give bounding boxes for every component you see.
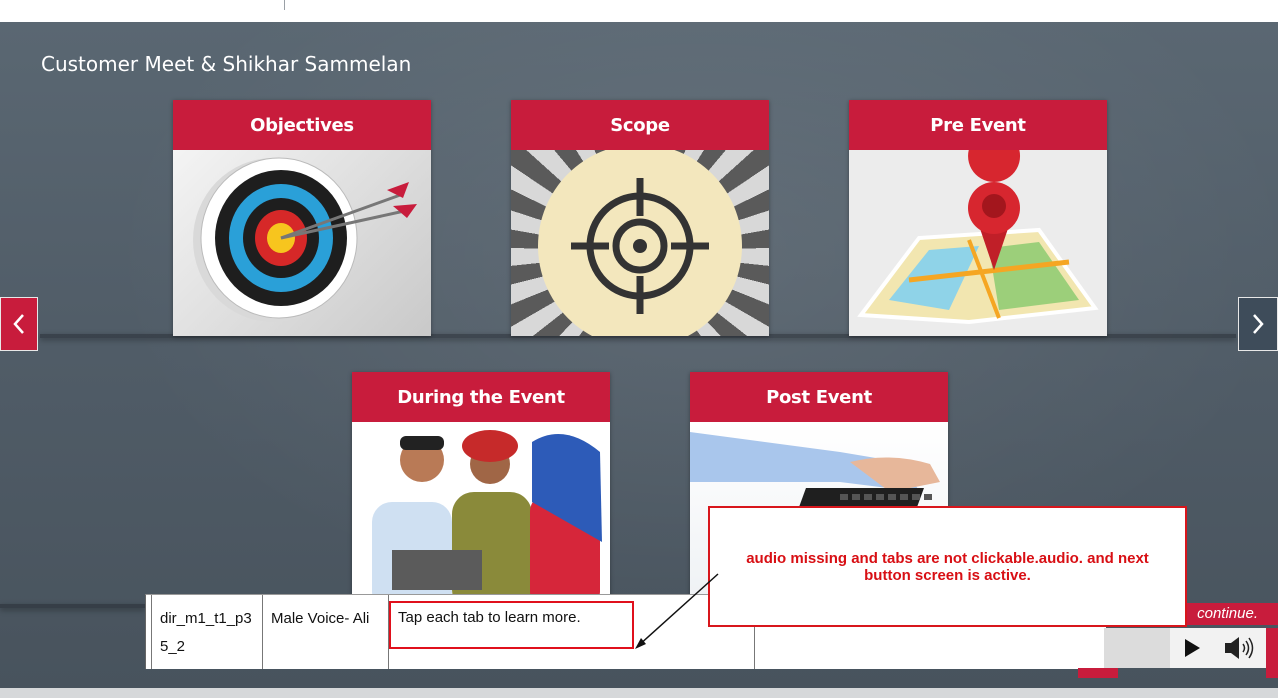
annotation-arrow: [635, 573, 719, 649]
bottom-strip: [0, 688, 1278, 698]
accent-edge: [1266, 628, 1278, 678]
play-button[interactable]: [1170, 628, 1214, 668]
crosshair-image: [511, 150, 769, 336]
chevron-right-icon: [1253, 314, 1264, 334]
play-icon: [1185, 639, 1200, 657]
tab-label: Objectives: [173, 100, 431, 150]
control-panel: [1104, 628, 1170, 668]
screen-id-cell: dir_m1_t1_p35_2: [151, 595, 263, 669]
tab-scope[interactable]: Scope: [511, 100, 769, 336]
tab-during-the-event[interactable]: During the Event: [352, 372, 610, 608]
card-shelf-bottom: [0, 604, 145, 608]
accent-tab: [1078, 668, 1118, 678]
review-note: audio missing and tabs are not clickable…: [708, 506, 1187, 627]
next-button[interactable]: [1238, 297, 1278, 351]
page-title: Customer Meet & Shikhar Sammelan: [41, 52, 412, 76]
chevron-left-icon: [13, 314, 24, 334]
tab-objectives[interactable]: Objectives: [173, 100, 431, 336]
people-image: [352, 422, 610, 608]
previous-button[interactable]: [0, 297, 38, 351]
narration-highlight-box: [389, 601, 634, 649]
dartboard-image: [173, 150, 431, 336]
top-bar-divider: [284, 0, 285, 10]
top-bar: [0, 0, 1278, 22]
volume-button[interactable]: [1214, 628, 1266, 668]
tab-label: During the Event: [352, 372, 610, 422]
tab-label: Post Event: [690, 372, 948, 422]
review-note-text: audio missing and tabs are not clickable…: [746, 549, 1149, 584]
tab-label: Scope: [511, 100, 769, 150]
tab-pre-event[interactable]: Pre Event: [849, 100, 1107, 336]
volume-icon: [1225, 637, 1254, 659]
voice-cell: Male Voice- Ali: [263, 595, 389, 669]
tab-label: Pre Event: [849, 100, 1107, 150]
map-pin-image: [849, 150, 1107, 336]
